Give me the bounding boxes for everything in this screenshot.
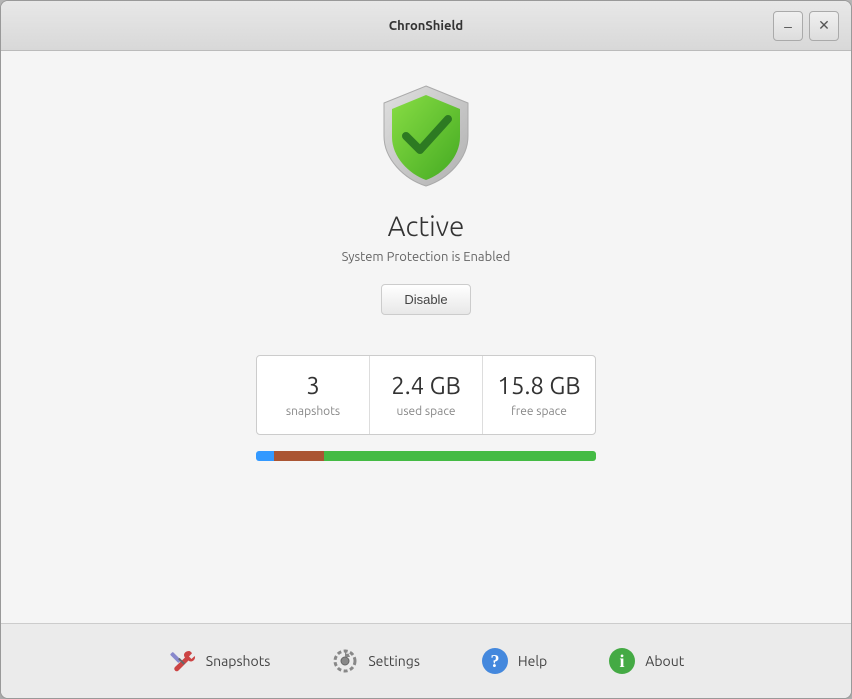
storage-progress-bar	[256, 451, 596, 461]
gear-icon	[330, 646, 360, 676]
stat-free-space: 15.8 GB free space	[483, 356, 595, 434]
stat-used-space: 2.4 GB used space	[370, 356, 483, 434]
close-button[interactable]: ✕	[809, 11, 839, 41]
status-subtitle: System Protection is Enabled	[342, 250, 511, 264]
status-title: Active	[388, 211, 465, 242]
settings-nav-label: Settings	[368, 653, 420, 669]
main-content: Active System Protection is Enabled Disa…	[1, 51, 851, 623]
info-icon: i	[607, 646, 637, 676]
stat-snapshots: 3 snapshots	[257, 356, 370, 434]
progress-snapshots	[256, 451, 274, 461]
progress-used	[274, 451, 324, 461]
nav-help[interactable]: ? Help	[470, 641, 557, 681]
help-icon: ?	[480, 646, 510, 676]
help-nav-label: Help	[518, 653, 547, 669]
svg-text:i: i	[620, 651, 625, 671]
progress-free	[324, 451, 596, 461]
free-space-label: free space	[493, 405, 585, 418]
snapshots-nav-label: Snapshots	[206, 653, 271, 669]
snapshots-label: snapshots	[267, 405, 359, 418]
nav-settings[interactable]: Settings	[320, 641, 430, 681]
used-space-label: used space	[380, 405, 472, 418]
tools-icon	[168, 646, 198, 676]
shield-icon	[376, 81, 476, 191]
used-space-value: 2.4 GB	[380, 372, 472, 399]
app-window: ChronShield – ✕	[0, 0, 852, 699]
bottom-nav: Snapshots Settings ?	[1, 623, 851, 698]
nav-about[interactable]: i About	[597, 641, 694, 681]
free-space-value: 15.8 GB	[493, 372, 585, 399]
stats-box: 3 snapshots 2.4 GB used space 15.8 GB fr…	[256, 355, 596, 435]
snapshots-value: 3	[267, 372, 359, 399]
window-title: ChronShield	[389, 19, 463, 33]
window-controls: – ✕	[773, 11, 839, 41]
title-bar: ChronShield – ✕	[1, 1, 851, 51]
svg-text:?: ?	[490, 651, 499, 671]
nav-snapshots[interactable]: Snapshots	[158, 641, 281, 681]
disable-button[interactable]: Disable	[381, 284, 470, 315]
about-nav-label: About	[645, 653, 684, 669]
minimize-button[interactable]: –	[773, 11, 803, 41]
